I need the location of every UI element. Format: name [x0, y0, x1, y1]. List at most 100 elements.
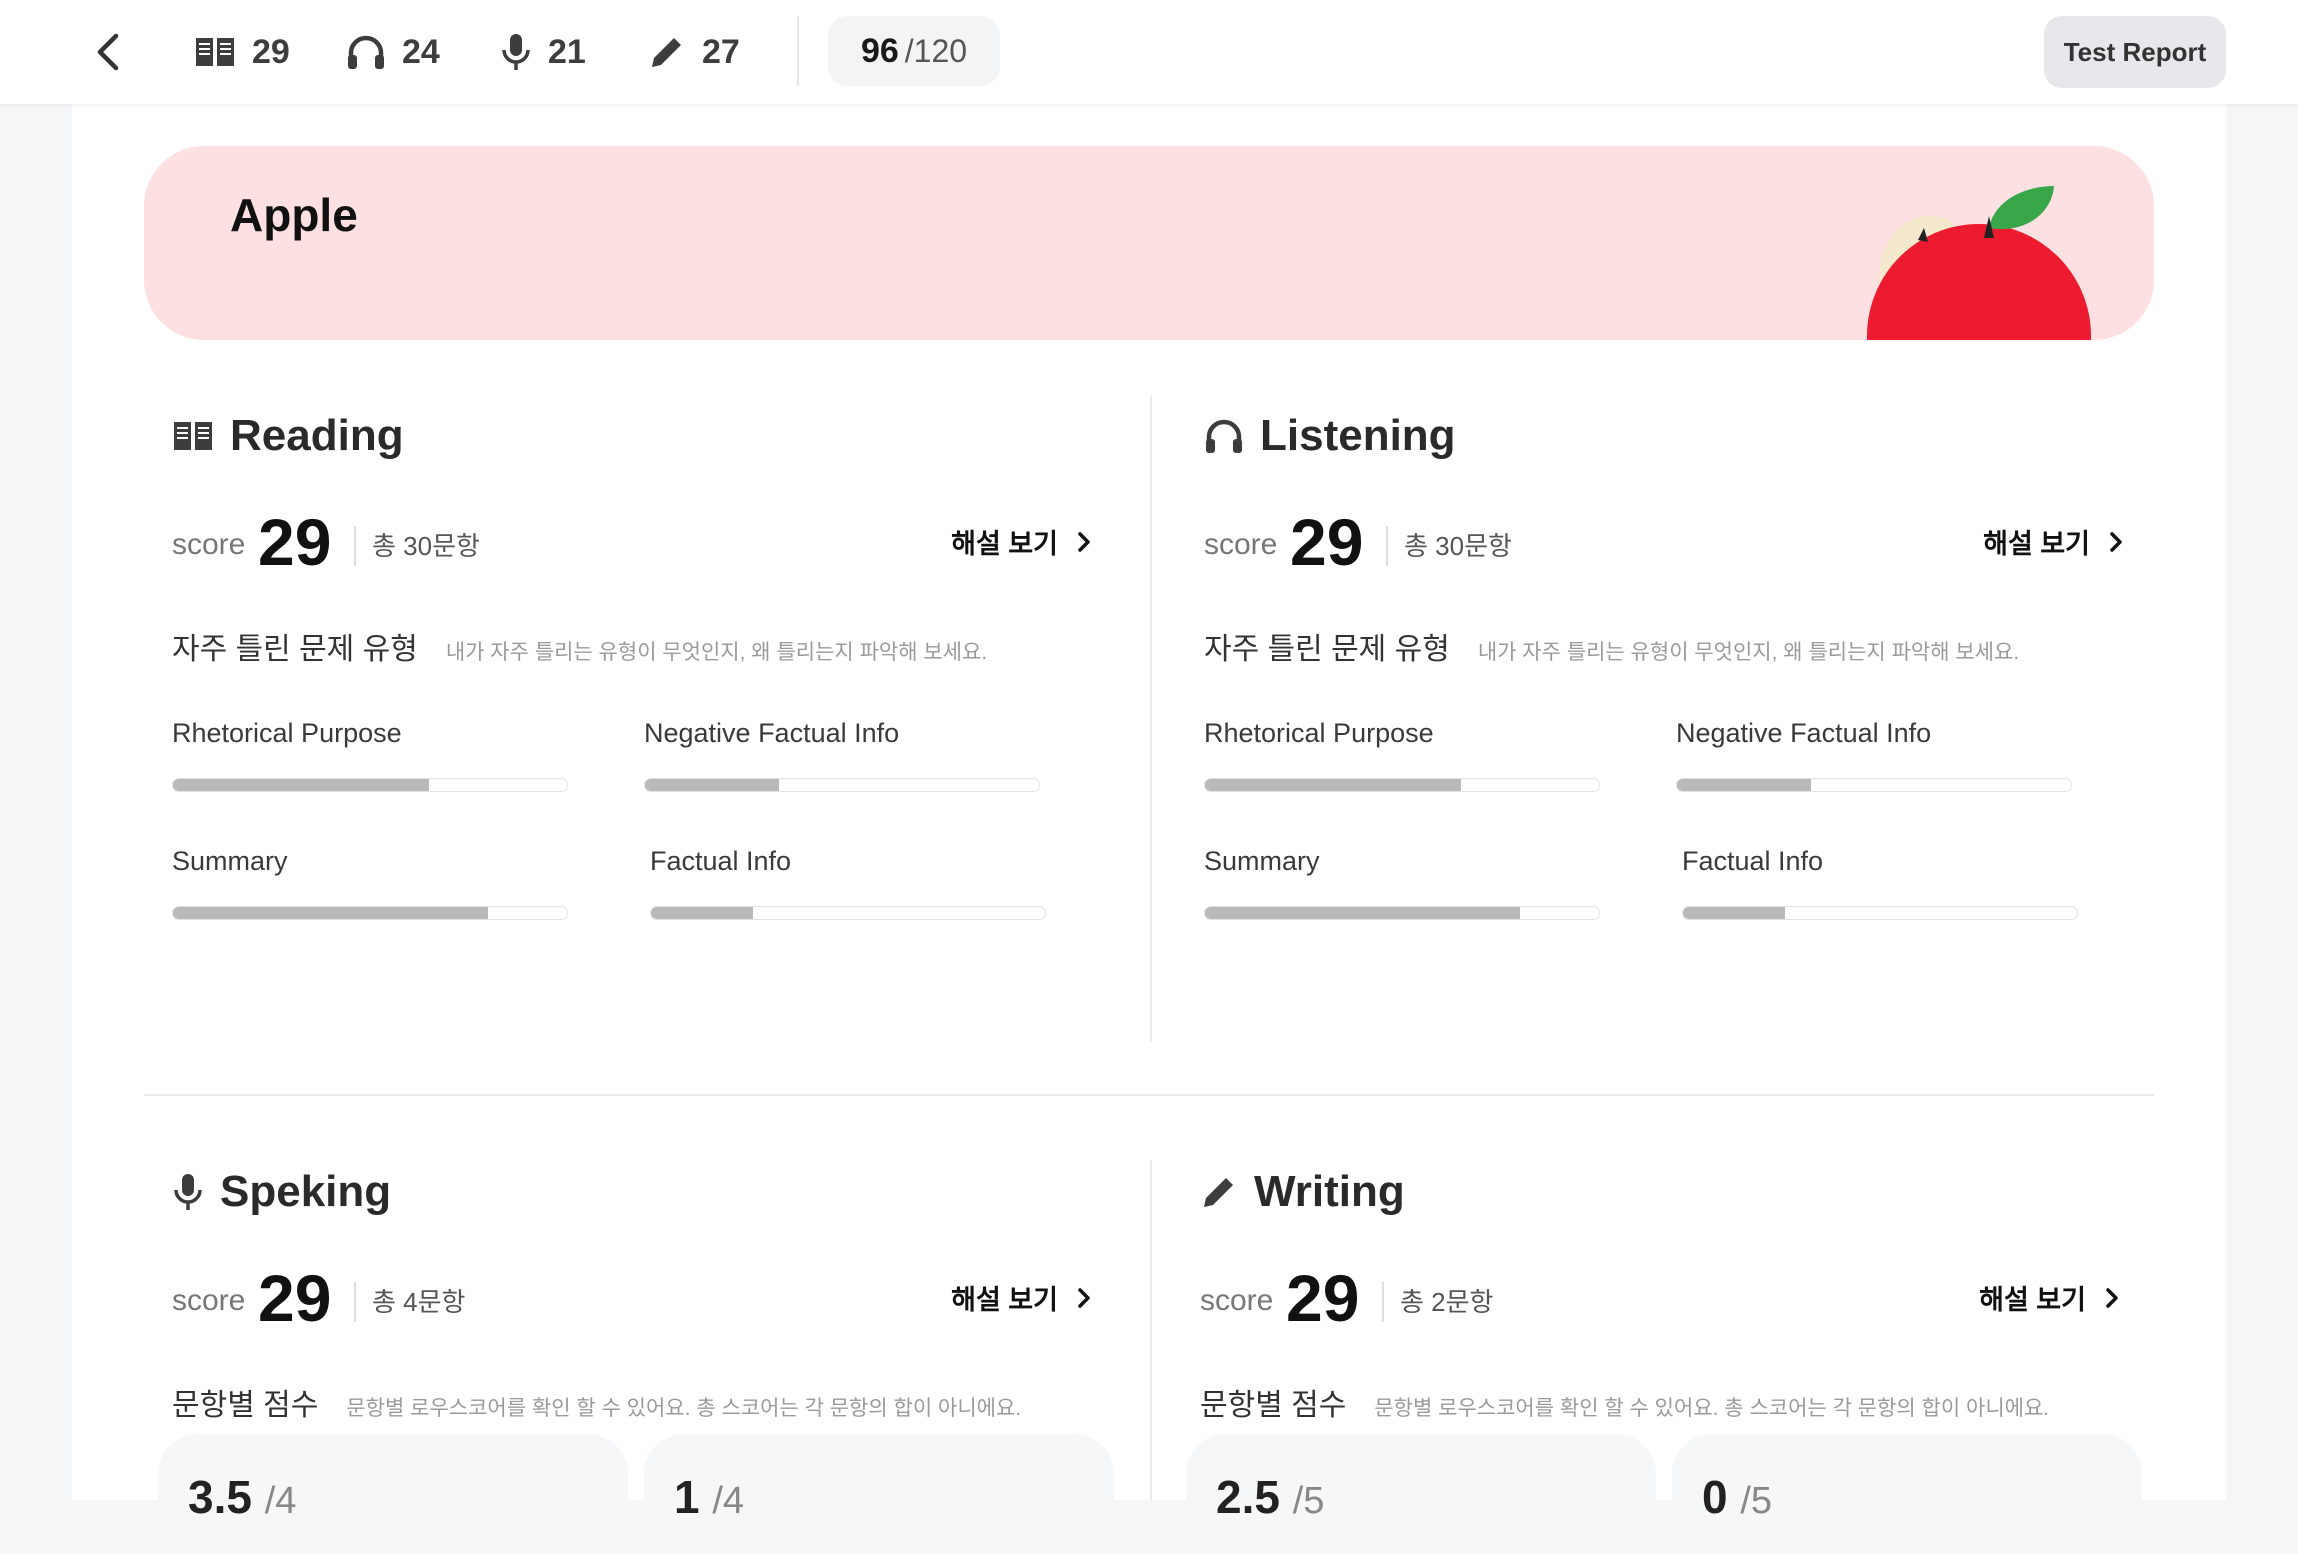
speaking-question-card[interactable]: 1 /4: [644, 1434, 1114, 1554]
listening-score-row: score 29 총 30문항 해설 보기: [1204, 500, 2124, 580]
reading-count: 29: [252, 32, 290, 71]
reading-category-3: Factual Info: [650, 846, 1046, 920]
listening-header: Listening: [1204, 406, 1456, 466]
writing-question-card[interactable]: 0 /5: [1672, 1434, 2142, 1554]
question-score-max: /4: [264, 1480, 297, 1522]
category-label: Summary: [1204, 846, 1320, 876]
writing-subtitle: 문항별 점수: [1200, 1389, 1347, 1422]
category-label: Negative Factual Info: [644, 718, 900, 748]
question-score-value: 3.5: [188, 1471, 252, 1523]
chevron-right-icon: [1078, 1287, 1090, 1308]
category-progress-fill: [1677, 779, 1811, 791]
question-score: 3.5 /4: [188, 1470, 296, 1524]
question-score: 2.5 /5: [1216, 1470, 1324, 1524]
question-score-max: /4: [712, 1480, 745, 1522]
category-progress-fill: [651, 907, 754, 919]
speaking-score-row: score 29 총 4문항 해설 보기: [172, 1256, 1092, 1336]
category-progress-track: [644, 778, 1040, 792]
speaking-score: 29: [258, 1261, 332, 1335]
speaking-subtitle-desc: 문항별 로우스코어를 확인 할 수 있어요. 총 스코어는 각 문항의 합이 아…: [346, 1397, 1022, 1420]
listening-subtitle-desc: 내가 자주 틀리는 유형이 무엇인지, 왜 틀리는지 파악해 보세요.: [1477, 641, 2020, 664]
chevron-right-icon: [1078, 531, 1090, 552]
reading-score-row: score 29 총 30문항 해설 보기: [172, 500, 1092, 580]
apple-illustration: [1867, 186, 2091, 340]
category-progress-track: [1676, 778, 2072, 792]
reading-category-2: Summary: [172, 846, 568, 920]
writing-count: 27: [702, 32, 740, 71]
column-divider-bottom: [1150, 1160, 1152, 1500]
category-progress-track: [650, 906, 1046, 920]
category-label: Negative Factual Info: [1676, 718, 1932, 748]
question-score: 0 /5: [1702, 1470, 1772, 1524]
writing-score: 29: [1286, 1261, 1360, 1335]
writing-stat: 27: [648, 24, 740, 80]
speaking-stat: 21: [500, 24, 586, 80]
listening-section: Listening score 29 총 30문항 해설 보기 자주 틀린 문제…: [1204, 406, 2124, 920]
score-divider: [354, 526, 356, 566]
category-progress-fill: [1683, 907, 1786, 919]
listening-category-1: Negative Factual Info: [1676, 718, 2072, 792]
listening-score: 29: [1290, 505, 1364, 579]
score-divider: [1382, 1282, 1384, 1322]
book-icon: [174, 422, 212, 450]
reading-subtitle: 자주 틀린 문제 유형: [172, 633, 418, 666]
category-label: Rhetorical Purpose: [1204, 718, 1434, 748]
writing-header: Writing: [1200, 1162, 1405, 1222]
speaking-count: 21: [548, 32, 586, 71]
score-divider: [1386, 526, 1388, 566]
listening-title: Listening: [1260, 411, 1456, 460]
reading-subtitle-row: 자주 틀린 문제 유형 내가 자주 틀리는 유형이 무엇인지, 왜 틀리는지 파…: [172, 624, 987, 668]
writing-subtitle-row: 문항별 점수 문항별 로우스코어를 확인 할 수 있어요. 총 스코어는 각 문…: [1200, 1380, 2049, 1424]
total-score: 96 /120: [828, 16, 1000, 86]
speaking-question-card[interactable]: 3.5 /4: [158, 1434, 628, 1554]
book-icon: [196, 38, 234, 66]
speaking-explanation-link[interactable]: 해설 보기: [951, 1278, 1092, 1317]
reading-category-0: Rhetorical Purpose: [172, 718, 568, 792]
reading-explanation-link[interactable]: 해설 보기: [951, 522, 1092, 561]
listening-subtitle-row: 자주 틀린 문제 유형 내가 자주 틀리는 유형이 무엇인지, 왜 틀리는지 파…: [1204, 624, 2019, 668]
microphone-icon: [502, 34, 530, 70]
category-progress-fill: [645, 779, 779, 791]
reading-score: 29: [258, 505, 332, 579]
listening-category-2: Summary: [1204, 846, 1600, 920]
score-label: score: [172, 1284, 246, 1317]
top-bar: 29 24 21 27 96 /120 Test Report: [0, 0, 2298, 104]
category-label: Factual Info: [650, 846, 792, 876]
question-score-value: 0: [1702, 1471, 1728, 1523]
reading-section: Reading score 29 총 30문항 해설 보기 자주 틀린 문제 유…: [172, 406, 1092, 920]
speaking-subtitle-row: 문항별 점수 문항별 로우스코어를 확인 할 수 있어요. 총 스코어는 각 문…: [172, 1380, 1021, 1424]
listening-subtitle: 자주 틀린 문제 유형: [1204, 633, 1450, 666]
category-label: Summary: [172, 846, 288, 876]
headphones-icon: [1206, 419, 1242, 453]
reading-question-count: 총 30문항: [372, 531, 480, 561]
writing-question-card[interactable]: 2.5 /5: [1186, 1434, 1656, 1554]
reading-stat: 29: [194, 24, 290, 80]
explanation-label: 해설 보기: [1983, 529, 2090, 559]
listening-explanation-link[interactable]: 해설 보기: [1983, 522, 2124, 561]
category-progress-fill: [1205, 779, 1462, 791]
chevron-left-icon: [97, 33, 119, 71]
writing-question-count: 총 2문항: [1400, 1287, 1494, 1317]
score-label: score: [172, 528, 246, 561]
category-progress-track: [172, 906, 568, 920]
explanation-label: 해설 보기: [1979, 1285, 2086, 1315]
topbar-divider: [797, 16, 799, 86]
chevron-right-icon: [2110, 531, 2122, 552]
category-progress-fill: [173, 779, 430, 791]
category-label: Rhetorical Purpose: [172, 718, 402, 748]
writing-explanation-link[interactable]: 해설 보기: [1979, 1278, 2120, 1317]
chevron-right-icon: [2106, 1287, 2118, 1308]
listening-stat: 24: [346, 24, 440, 80]
category-progress-track: [172, 778, 568, 792]
total-score-value: 96: [860, 31, 899, 70]
writing-title: Writing: [1254, 1167, 1405, 1216]
speaking-subtitle: 문항별 점수: [172, 1389, 319, 1422]
score-divider: [354, 1282, 356, 1322]
test-report-button[interactable]: Test Report: [2044, 16, 2226, 88]
writing-subtitle-desc: 문항별 로우스코어를 확인 할 수 있어요. 총 스코어는 각 문항의 합이 아…: [1374, 1397, 2050, 1420]
banner-title: Apple: [230, 189, 358, 241]
test-banner: Apple: [144, 146, 2154, 340]
back-button[interactable]: [88, 28, 132, 76]
reading-header: Reading: [172, 406, 404, 466]
total-score-max: /120: [904, 32, 968, 69]
